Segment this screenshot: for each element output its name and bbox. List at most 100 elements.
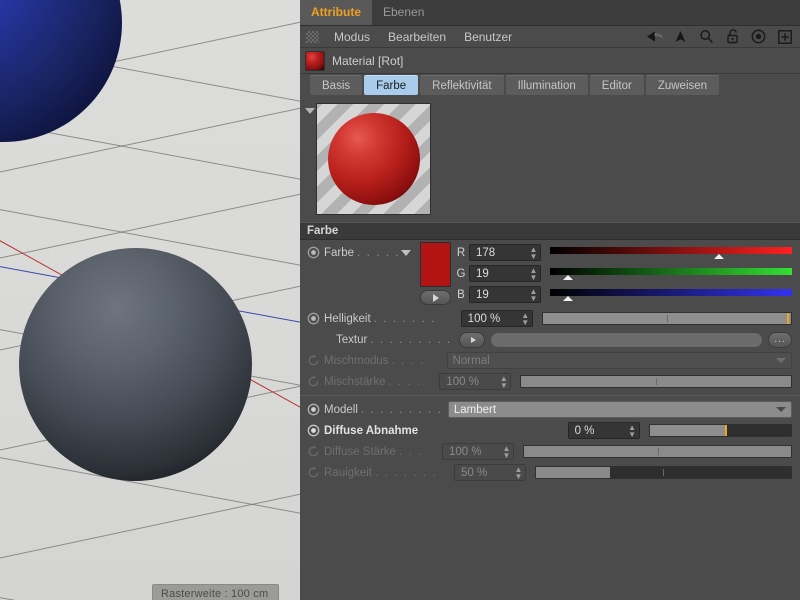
rauigkeit-field[interactable]: 50 % ▲ ▼ <box>453 464 526 481</box>
material-page-tabs: Basis Farbe Reflektivität Illumination E… <box>300 74 800 96</box>
color-expand-caret-icon[interactable] <box>401 249 411 256</box>
spinner-g[interactable]: ▲ ▼ <box>529 266 538 281</box>
radio-dot-icon[interactable] <box>307 246 320 259</box>
panel-menubar: Modus Bearbeiten Benutzer <box>300 26 800 48</box>
color-property-group: Farbe . . . . . . . . R 178 ▲▼ <box>300 242 800 305</box>
spinner-mischstaerke[interactable]: ▲ ▼ <box>499 374 508 389</box>
target-icon[interactable] <box>750 28 767 45</box>
channel-slider-g[interactable] <box>550 267 792 280</box>
channel-row-g: G 19 ▲ ▼ <box>453 263 792 284</box>
material-preview-area <box>300 96 800 222</box>
3d-viewport[interactable]: Rasterweite : 100 cm <box>0 0 300 600</box>
channel-field-b[interactable]: 19 ▲ ▼ <box>469 286 541 303</box>
helligkeit-slider[interactable] <box>541 312 792 325</box>
mischstaerke-label: Mischstärke <box>324 375 386 388</box>
spinner-rauigkeit[interactable]: ▲ ▼ <box>514 465 523 480</box>
spinner-diffuse-abnahme[interactable]: ▲ ▼ <box>628 423 637 438</box>
mischstaerke-slider[interactable] <box>520 375 792 388</box>
section-header-farbe: Farbe <box>300 222 800 240</box>
textur-label: Textur <box>336 333 368 346</box>
collapse-caret-icon[interactable] <box>305 108 315 114</box>
row-helligkeit: Helligkeit . . . . . . . 100 % ▲ ▼ <box>300 308 800 329</box>
channel-field-r[interactable]: 178 ▲ ▼ <box>469 244 541 261</box>
panel-tab-ebenen[interactable]: Ebenen <box>372 0 435 26</box>
expand-arrow-icon[interactable] <box>419 290 451 305</box>
group-divider <box>300 395 800 396</box>
row-rauigkeit: Rauigkeit . . . . . . . 50 % ▲ ▼ <box>300 462 800 483</box>
color-label: Farbe <box>324 246 355 259</box>
mischmodus-dots: . . . . <box>391 354 426 367</box>
anim-arc-icon[interactable] <box>307 375 320 388</box>
menu-benutzer[interactable]: Benutzer <box>455 27 521 47</box>
channel-label-b: B <box>457 288 465 301</box>
modell-dropdown[interactable]: Lambert <box>447 401 792 418</box>
tab-editor[interactable]: Editor <box>589 75 644 95</box>
diffuse-staerke-dots: . . . <box>399 445 423 458</box>
anim-arc-icon[interactable] <box>307 466 320 479</box>
channel-slider-b[interactable] <box>550 288 792 301</box>
gray-sphere[interactable] <box>19 248 252 481</box>
color-swatch-column <box>417 242 453 305</box>
channel-label-g: G <box>456 267 466 280</box>
panel-tabbar: Attribute Ebenen <box>300 0 800 26</box>
panel-tab-attribute[interactable]: Attribute <box>300 0 372 26</box>
material-preview[interactable] <box>316 103 431 215</box>
channel-field-g[interactable]: 19 ▲ ▼ <box>469 265 541 282</box>
menu-bearbeiten[interactable]: Bearbeiten <box>379 27 455 47</box>
material-header[interactable]: Material [Rot] <box>300 48 800 74</box>
diffuse-staerke-label: Diffuse Stärke <box>324 445 397 458</box>
textur-spacer-icon <box>307 333 320 346</box>
chevron-down-icon <box>776 358 786 363</box>
drag-grip-icon[interactable] <box>306 30 319 43</box>
channel-slider-r[interactable] <box>550 246 792 259</box>
diffuse-abnahme-field[interactable]: 0 % ▲ ▼ <box>567 422 640 439</box>
cinema4d-window: Rasterweite : 100 cm Attribute Ebenen Mo… <box>0 0 800 600</box>
rauigkeit-dots: . . . . . . . <box>374 466 438 479</box>
panel-toolbar-icons <box>646 28 800 45</box>
helligkeit-dots: . . . . . . . <box>373 312 437 325</box>
diffuse-abnahme-slider[interactable] <box>648 424 793 437</box>
anim-arc-icon[interactable] <box>307 445 320 458</box>
mischstaerke-dots: . . . . <box>388 375 422 388</box>
radio-dot-icon[interactable] <box>307 403 320 416</box>
spinner-r[interactable]: ▲ ▼ <box>529 245 538 260</box>
plus-icon[interactable] <box>776 28 793 45</box>
menu-modus[interactable]: Modus <box>325 27 379 47</box>
back-arrow-icon[interactable] <box>646 28 663 45</box>
anim-arc-icon[interactable] <box>307 354 320 367</box>
row-mischmodus: Mischmodus . . . . Normal <box>300 350 800 371</box>
row-diffuse-abnahme: Diffuse Abnahme 0 % ▲ ▼ <box>300 420 800 441</box>
diffuse-staerke-field[interactable]: 100 % ▲ ▼ <box>442 443 515 460</box>
channel-row-b: B 19 ▲ ▼ <box>453 284 792 305</box>
helligkeit-field[interactable]: 100 % ▲ ▼ <box>460 310 533 327</box>
radio-dot-icon[interactable] <box>307 312 320 325</box>
play-arrow-icon[interactable] <box>459 331 486 348</box>
rauigkeit-slider[interactable] <box>534 466 792 479</box>
up-arrow-icon[interactable] <box>672 28 689 45</box>
tab-illumination[interactable]: Illumination <box>505 75 588 95</box>
helligkeit-label: Helligkeit <box>324 312 371 325</box>
spinner-helligkeit[interactable]: ▲ ▼ <box>521 311 530 326</box>
preview-sphere-icon <box>328 113 420 205</box>
lock-icon[interactable] <box>724 28 741 45</box>
tab-zuweisen[interactable]: Zuweisen <box>645 75 720 95</box>
row-mischstaerke: Mischstärke . . . . 100 % ▲ ▼ <box>300 371 800 392</box>
modell-label: Modell <box>324 403 358 416</box>
channel-label-r: R <box>456 246 466 259</box>
diffuse-abnahme-label: Diffuse Abnahme <box>324 424 419 437</box>
search-icon[interactable] <box>698 28 715 45</box>
color-swatch[interactable] <box>419 242 451 287</box>
mischstaerke-field[interactable]: 100 % ▲ ▼ <box>439 373 512 390</box>
textur-dots: . . . . . . . . . <box>370 333 452 346</box>
textur-field[interactable] <box>490 331 763 348</box>
mischmodus-dropdown[interactable]: Normal <box>446 352 792 369</box>
diffuse-staerke-slider[interactable] <box>523 445 792 458</box>
tab-reflektivitaet[interactable]: Reflektivität <box>420 75 504 95</box>
radio-dot-icon[interactable] <box>307 424 320 437</box>
spinner-b[interactable]: ▲ ▼ <box>529 287 538 302</box>
textur-browse-button[interactable]: ... <box>768 331 792 348</box>
row-diffuse-staerke: Diffuse Stärke . . . 100 % ▲ ▼ <box>300 441 800 462</box>
tab-farbe[interactable]: Farbe <box>364 75 419 95</box>
spinner-diffuse-staerke[interactable]: ▲ ▼ <box>502 444 511 459</box>
tab-basis[interactable]: Basis <box>310 75 363 95</box>
